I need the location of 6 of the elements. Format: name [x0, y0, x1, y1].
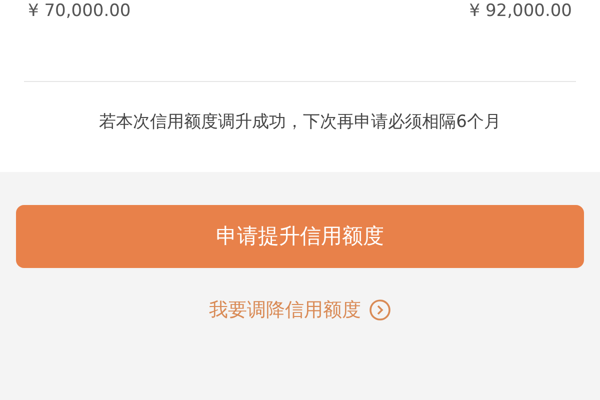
- decrease-limit-link[interactable]: 我要调降信用额度: [209, 296, 391, 324]
- amount-text: ¥ 92,000.00: [469, 0, 572, 22]
- apply-button[interactable]: 申请提升信用额度: [16, 205, 584, 268]
- chevron-circle-icon: [369, 299, 391, 322]
- notice-text: 若本次信用额度调升成功，下次再申请必须相隔6个月: [98, 111, 502, 134]
- amount-text: ¥ 70,000.00: [28, 0, 131, 22]
